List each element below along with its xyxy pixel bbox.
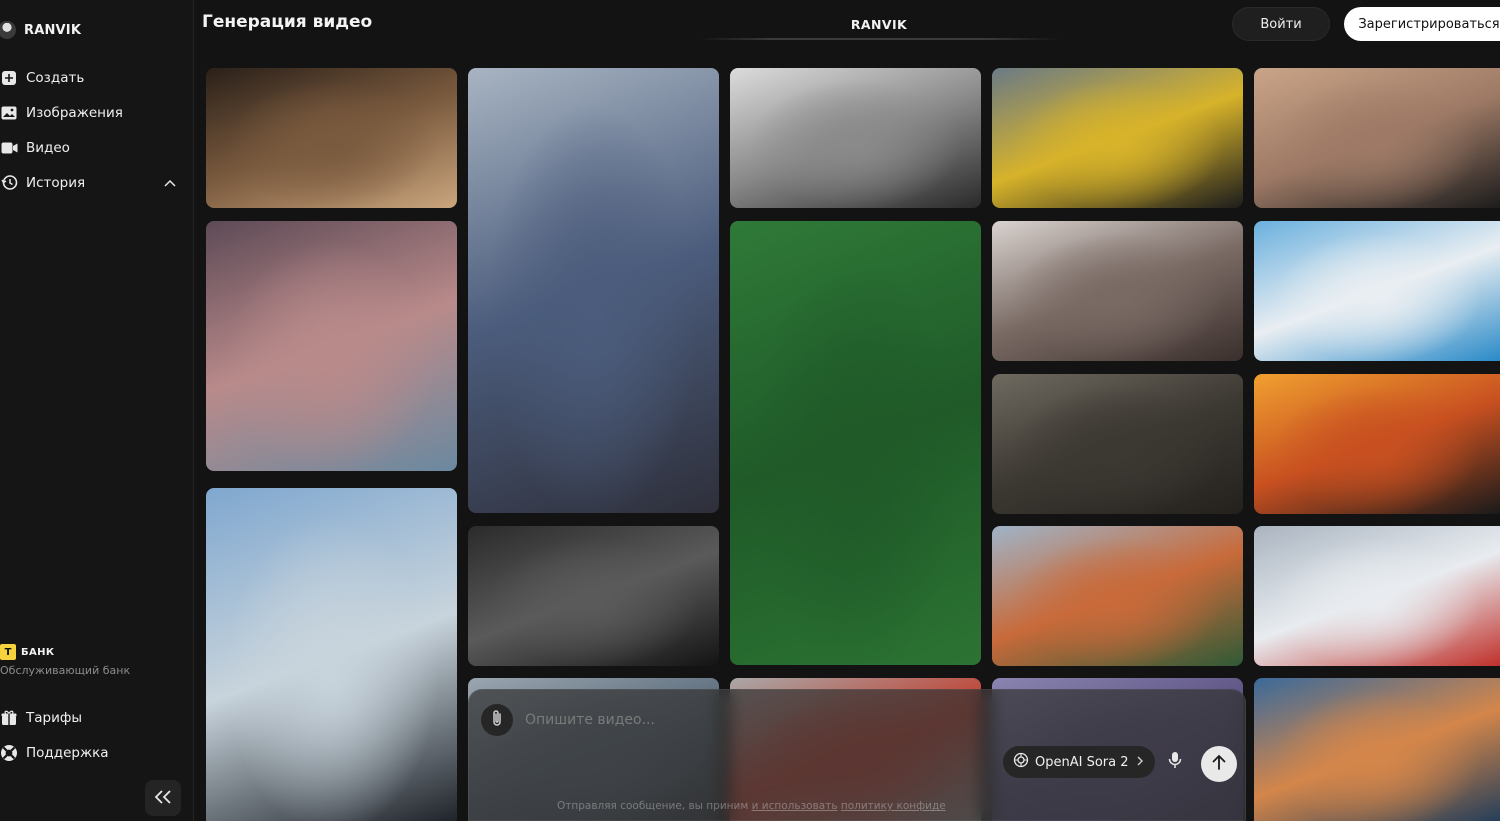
- prompt-composer: OpenAI Sora 2 Отправляя сообщение, вы пр…: [468, 689, 1246, 821]
- gallery-tile[interactable]: superhero-woman: [206, 221, 457, 471]
- privacy-policy-link[interactable]: политику конфиде: [841, 800, 946, 812]
- gallery-tile[interactable]: furry-monsters-mountain: [468, 68, 719, 513]
- sidebar: RANVIK Создать Изображения Видео История: [0, 0, 194, 821]
- sidebar-bottom-nav: Тарифы Поддержка: [0, 700, 194, 770]
- gallery-tile[interactable]: animals-poker: [992, 526, 1243, 666]
- sidebar-item-label: Тарифы: [26, 709, 83, 726]
- bank-logo-icon: Т: [0, 644, 16, 660]
- top-header: Генерация видео RANVIK Войти Зарегистрир…: [194, 0, 1500, 48]
- terms-link[interactable]: и использовать: [752, 800, 838, 812]
- model-label: OpenAI Sora 2: [1035, 754, 1129, 770]
- lifebuoy-icon: [0, 744, 18, 762]
- sidebar-item-images[interactable]: Изображения: [0, 95, 194, 130]
- bank-partner: Т БАНК Обслуживающий банк: [0, 644, 130, 677]
- tab-label: RANVIK: [850, 16, 908, 32]
- bank-name: БАНК: [21, 646, 55, 658]
- gallery-tile[interactable]: fish-underwater: [1254, 678, 1500, 821]
- sidebar-item-label: Создать: [26, 69, 85, 86]
- terms-disclaimer: Отправляя сообщение, вы приним и использ…: [557, 800, 946, 812]
- gallery-tile[interactable]: toyota-suv-beach: [206, 488, 457, 821]
- attach-button[interactable]: [481, 704, 513, 736]
- model-selector[interactable]: OpenAI Sora 2: [1003, 746, 1155, 778]
- sidebar-item-video[interactable]: Видео: [0, 130, 194, 165]
- prompt-input[interactable]: [525, 706, 1125, 734]
- gallery-tile[interactable]: shark-sports-car: [992, 68, 1243, 208]
- image-icon: [0, 104, 18, 122]
- microphone-icon: [1168, 751, 1182, 773]
- gallery-tile[interactable]: snowboard-woman: [1254, 526, 1500, 666]
- bank-subtitle: Обслуживающий банк: [0, 664, 131, 677]
- gallery-tile[interactable]: fractal-spirals: [992, 221, 1243, 361]
- sidebar-item-label: Видео: [26, 139, 70, 156]
- plus-square-icon: [0, 69, 18, 87]
- openai-logo-icon: [1013, 752, 1029, 772]
- chevron-right-icon: [1137, 755, 1143, 770]
- tab-underline: [699, 38, 1059, 40]
- arrow-up-icon: [1212, 754, 1226, 774]
- sidebar-item-label: История: [26, 174, 86, 191]
- brand[interactable]: RANVIK: [0, 18, 81, 42]
- login-button[interactable]: Войти: [1232, 7, 1330, 41]
- gallery-tile[interactable]: crowd-square: [992, 374, 1243, 514]
- voice-input-button[interactable]: [1159, 746, 1191, 778]
- gallery-tile[interactable]: origami-rabbit: [730, 221, 981, 665]
- gallery-tile[interactable]: woman-phone-bw: [730, 68, 981, 208]
- sidebar-item-label: Поддержка: [26, 744, 109, 761]
- double-chevron-left-icon: [154, 789, 172, 808]
- gallery-tile[interactable]: explosion-runner: [1254, 374, 1500, 514]
- sidebar-item-create[interactable]: Создать: [0, 60, 194, 95]
- gift-icon: [0, 709, 18, 727]
- gallery-tile[interactable]: woman-sports-top: [1254, 68, 1500, 208]
- sidebar-item-history[interactable]: История: [0, 165, 194, 200]
- history-icon: [0, 174, 18, 192]
- chevron-up-icon[interactable]: [164, 175, 176, 191]
- page-title: Генерация видео: [202, 12, 373, 32]
- gallery-tile[interactable]: cow-pool-cocktail: [1254, 221, 1500, 361]
- tab-ranvik[interactable]: RANVIK: [699, 0, 1059, 48]
- brand-logo-icon: [0, 21, 16, 39]
- sidebar-item-label: Изображения: [26, 104, 123, 121]
- video-icon: [0, 139, 18, 157]
- paperclip-icon: [491, 709, 503, 731]
- disclaimer-text: Отправляя сообщение, вы приним: [557, 800, 749, 812]
- sidebar-item-pricing[interactable]: Тарифы: [0, 700, 194, 735]
- gallery-tile[interactable]: boxer-vs-reaper: [468, 526, 719, 666]
- gallery-tile[interactable]: barista-latte: [206, 68, 457, 208]
- register-button[interactable]: Зарегистрироваться: [1344, 7, 1500, 41]
- sidebar-nav: Создать Изображения Видео История: [0, 60, 194, 200]
- sidebar-item-support[interactable]: Поддержка: [0, 735, 194, 770]
- brand-name: RANVIK: [24, 22, 82, 38]
- send-button[interactable]: [1201, 746, 1237, 782]
- collapse-sidebar-button[interactable]: [145, 780, 181, 816]
